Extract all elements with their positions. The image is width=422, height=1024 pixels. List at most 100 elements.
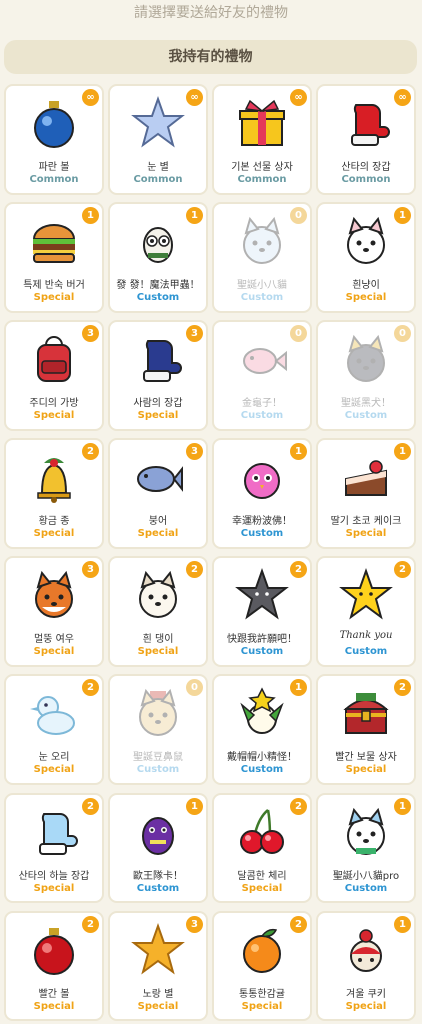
gift-name: 멀뚱 여우 [34, 634, 74, 646]
gift-card[interactable]: 2 산타의 하늘 장갑 Special [4, 792, 104, 904]
gift-card[interactable]: 1 幸運粉波佛！ Custom [212, 438, 312, 549]
gift-name: 빨간 보물 상자 [335, 752, 397, 764]
gift-card[interactable]: 2눈 오리 Special [4, 674, 104, 785]
gift-rarity: Custom [240, 528, 284, 540]
gift-count-badge: 1 [82, 207, 99, 225]
gift-card[interactable]: 2 빨간 보물 상자 Special [316, 674, 416, 785]
gift-count-badge: 2 [290, 797, 307, 815]
gift-count-badge: 0 [290, 207, 307, 225]
gift-name: 통통한감귤 [239, 988, 285, 1000]
gift-card[interactable]: 1 흰냥이 Special [316, 202, 416, 313]
gift-card[interactable]: 3 주디의 가방 Special [4, 320, 104, 431]
gift-name: 戴帽帽小精怪！ [227, 752, 297, 764]
gift-name: 산타의 장갑 [341, 162, 391, 173]
gift-name: 겨울 쿠키 [346, 988, 386, 1000]
gift-card[interactable]: 2 快跟我許願吧！ Custom [212, 556, 312, 667]
gift-name: 빨간 볼 [38, 988, 70, 1000]
gift-rarity: Special [33, 292, 75, 304]
gift-card[interactable]: 1 聖誕小八貓pro Custom [316, 792, 416, 904]
gift-card[interactable]: 3 붕어 Special [108, 438, 208, 549]
gift-card[interactable]: 1 딸기 초코 케이크 Special [316, 438, 416, 549]
gift-rarity: Special [33, 1000, 75, 1012]
gift-count-badge: 1 [394, 797, 411, 815]
gift-rarity: Special [345, 292, 387, 304]
gift-name: 흰냥이 [352, 280, 380, 292]
gift-name: 聖誕小八貓 [237, 280, 287, 292]
gift-rarity: Special [33, 764, 75, 776]
gift-card[interactable]: ∞ 기본 선물 상자 Common [212, 84, 312, 195]
gift-count-badge: 2 [82, 915, 99, 933]
gift-count-badge: 1 [394, 207, 411, 225]
gift-rarity: Special [345, 1000, 387, 1012]
gift-name: 눈 별 [147, 162, 169, 173]
gift-count-badge: ∞ [186, 89, 203, 106]
gift-rarity: Special [137, 410, 179, 422]
gift-name: 歐王隊卡！ [133, 870, 183, 882]
gift-count-badge: 1 [186, 207, 203, 225]
gift-rarity: Custom [344, 646, 388, 658]
gift-name: 주디의 가방 [29, 398, 79, 410]
gift-card[interactable]: ∞ 눈 별 Common [108, 84, 208, 195]
gift-card[interactable]: 3 멀뚱 여우 Special [4, 556, 104, 667]
gift-name: 딸기 초코 케이크 [330, 516, 402, 528]
gift-count-badge: 1 [186, 797, 203, 815]
gift-card[interactable]: 0 金龜子！ Custom [212, 320, 312, 431]
gift-name: 달콤한 체리 [237, 870, 287, 882]
gift-rarity: Special [241, 882, 283, 894]
gift-name: 發 發！魔法甲蟲！ [116, 280, 200, 292]
gift-name: 산타의 하늘 장갑 [18, 870, 90, 882]
gift-card[interactable]: 2 빨간 볼 Special [4, 910, 104, 1022]
gift-rarity: Custom [240, 292, 284, 304]
gift-rarity: Common [237, 174, 287, 185]
gift-rarity: Special [345, 764, 387, 776]
gift-name: 快跟我許願吧！ [227, 634, 297, 646]
gift-card[interactable]: 2 통통한감귤 Special [212, 910, 312, 1022]
gift-card[interactable]: 2 황금 종 Special [4, 438, 104, 549]
gift-name: 聖誕小八貓pro [332, 870, 400, 882]
gift-name: 기본 선물 상자 [231, 162, 293, 173]
gift-card[interactable]: 2 달콤한 체리 Special [212, 792, 312, 904]
gift-name: 흰 댕이 [142, 634, 174, 646]
instruction-text: 請選擇要送給好友的禮物 [134, 5, 288, 21]
gift-card[interactable]: 1 發 發！魔法甲蟲！ Custom [108, 202, 208, 313]
gift-rarity: Custom [240, 764, 284, 776]
gift-name: 특제 반숙 버거 [23, 280, 85, 292]
gift-count-badge: 1 [394, 915, 411, 933]
gift-card[interactable]: 1 특제 반숙 버거 Special [4, 202, 104, 313]
gift-name: 눈 오리 [38, 752, 70, 764]
section-title: 我持有的禮物 [4, 40, 417, 74]
gift-card[interactable]: 3 사람의 장갑 Special [108, 320, 208, 431]
gift-card[interactable]: 0 聖誕小八貓 Custom [212, 202, 312, 313]
gift-rarity: Special [137, 1000, 179, 1012]
gift-rarity: Special [33, 646, 75, 658]
gift-count-badge: ∞ [290, 89, 307, 106]
gift-name: 聖誕豆鼻鼠 [133, 752, 183, 764]
gift-rarity: Special [33, 528, 75, 540]
gift-rarity: Custom [240, 646, 284, 658]
gift-rarity: Custom [136, 882, 180, 894]
gift-card[interactable]: 1 겨울 쿠키 Special [316, 910, 416, 1022]
gift-name: 파란 볼 [38, 162, 70, 173]
gift-rarity: Common [29, 174, 79, 185]
gift-rarity: Common [341, 174, 391, 185]
gift-rarity: Common [133, 174, 183, 185]
gift-rarity: Special [345, 528, 387, 540]
gift-name: 사람의 장갑 [133, 398, 183, 410]
gift-card[interactable]: 1 歐王隊卡！ Custom [108, 792, 208, 904]
gift-rarity: Custom [344, 410, 388, 422]
gift-rarity: Special [137, 646, 179, 658]
gift-card[interactable]: 3 노랑 별 Special [108, 910, 208, 1022]
gift-card[interactable]: 2 Thank you Custom [316, 556, 416, 667]
gift-card[interactable]: 0 聖誕豆鼻鼠 Custom [108, 674, 208, 785]
gift-name: 황금 종 [38, 516, 70, 528]
gift-card[interactable]: 1 戴帽帽小精怪！ Custom [212, 674, 312, 785]
gift-rarity: Special [241, 1000, 283, 1012]
gift-card[interactable]: 2흰 댕이 Special [108, 556, 208, 667]
gift-card[interactable]: ∞ 산타의 장갑 Common [316, 84, 416, 195]
gift-name: 붕어 [148, 516, 168, 528]
gift-card[interactable]: 0 聖誕黑犬！ Custom [316, 320, 416, 431]
gift-name: 노랑 별 [142, 988, 174, 1000]
gift-count-badge: ∞ [394, 89, 411, 106]
gift-count-badge: 2 [290, 915, 307, 933]
gift-card[interactable]: ∞ 파란 볼 Common [4, 84, 104, 195]
